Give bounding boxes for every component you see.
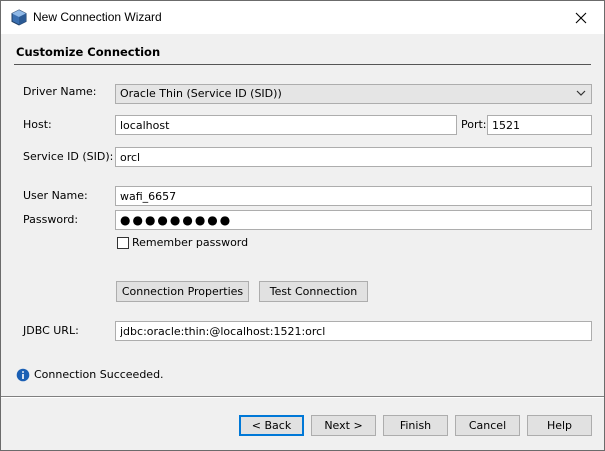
section-divider (14, 64, 591, 65)
password-label: Password: (23, 213, 79, 226)
port-label: Port: (461, 118, 487, 131)
info-icon (16, 368, 30, 382)
remember-password-checkbox[interactable] (117, 237, 129, 249)
title-bar[interactable]: New Connection Wizard (1, 1, 604, 34)
cancel-button[interactable]: Cancel (455, 415, 520, 436)
back-button[interactable]: < Back (239, 415, 304, 436)
help-button[interactable]: Help (527, 415, 592, 436)
port-input[interactable] (487, 115, 592, 135)
user-name-label: User Name: (23, 189, 88, 202)
driver-name-value: Oracle Thin (Service ID (SID)) (120, 87, 282, 100)
wizard-page-header: Customize Connection (1, 34, 604, 64)
window-title: New Connection Wizard (33, 10, 162, 24)
close-icon (575, 12, 587, 23)
jdbc-url-input[interactable] (115, 321, 592, 341)
footer-divider-highlight (1, 397, 604, 398)
service-id-label: Service ID (SID): (23, 150, 114, 163)
host-input[interactable] (115, 115, 457, 135)
driver-name-select[interactable]: Oracle Thin (Service ID (SID)) (115, 84, 592, 104)
chevron-down-icon (576, 90, 586, 96)
status-message: Connection Succeeded. (34, 368, 164, 381)
wizard-window: New Connection Wizard Customize Connecti… (0, 0, 605, 451)
netbeans-cube-icon (11, 9, 27, 26)
user-name-input[interactable] (115, 186, 592, 206)
jdbc-url-label: JDBC URL: (23, 324, 79, 337)
next-button[interactable]: Next > (311, 415, 376, 436)
section-title: Customize Connection (16, 45, 161, 59)
close-button[interactable] (558, 1, 604, 34)
password-input[interactable]: ●●●●●●●●● (115, 210, 592, 230)
connection-properties-button[interactable]: Connection Properties (116, 281, 249, 302)
remember-password-label[interactable]: Remember password (132, 236, 248, 250)
service-id-input[interactable] (115, 147, 592, 167)
driver-name-label: Driver Name: (23, 85, 97, 98)
finish-button[interactable]: Finish (383, 415, 448, 436)
host-label: Host: (23, 118, 52, 131)
test-connection-button[interactable]: Test Connection (259, 281, 368, 302)
